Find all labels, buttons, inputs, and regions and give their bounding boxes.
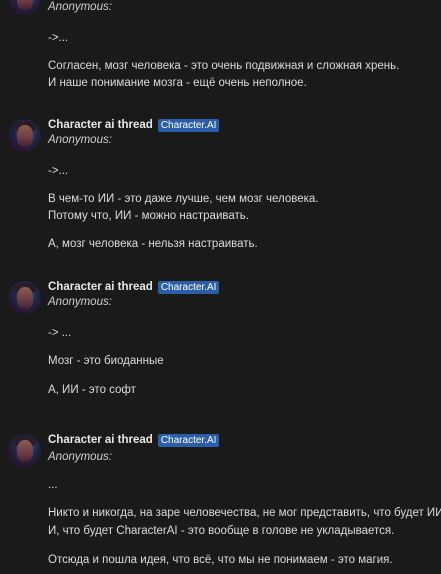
quote-label: Anonymous: bbox=[48, 296, 112, 308]
avatar[interactable] bbox=[8, 281, 41, 314]
message-line: -> ... bbox=[48, 327, 72, 339]
message-line: И наше понимание мозга - ещё очень непол… bbox=[48, 77, 307, 89]
avatar-face bbox=[17, 287, 33, 309]
message-line: ->... bbox=[48, 32, 69, 44]
community-badge[interactable]: Character.AI bbox=[157, 433, 220, 447]
quote-label: Anonymous: bbox=[48, 1, 112, 13]
post-header: Character ai thread Character.AI bbox=[48, 117, 220, 133]
author-name[interactable]: Character ai thread bbox=[48, 119, 153, 131]
message-line: ... bbox=[48, 479, 58, 491]
message-line: А, мозг человека - нельзя настраивать. bbox=[48, 238, 258, 250]
community-badge[interactable]: Character.AI bbox=[157, 280, 220, 294]
message-line: Никто и никогда, на заре человечества, н… bbox=[48, 507, 441, 519]
message-line: Мозг - это биоданные bbox=[48, 355, 164, 367]
message-line: И, что будет CharacterAI - это вообще в … bbox=[48, 525, 395, 537]
message-line: Согласен, мозг человека - это очень подв… bbox=[48, 60, 400, 72]
post-header: Character ai thread Character.AI bbox=[48, 432, 220, 448]
avatar[interactable] bbox=[8, 0, 41, 15]
avatar[interactable] bbox=[8, 434, 41, 467]
community-badge[interactable]: Character.AI bbox=[157, 118, 220, 132]
quote-label: Anonymous: bbox=[48, 451, 112, 463]
message-line: В чем-то ИИ - это даже лучше, чем мозг ч… bbox=[48, 193, 319, 205]
avatar-face bbox=[17, 0, 33, 10]
message-line: А, ИИ - это софт bbox=[48, 384, 136, 396]
message-line: ->... bbox=[48, 165, 69, 177]
avatar-face bbox=[17, 125, 33, 147]
message-line: Отсюда и пошла идея, что всё, что мы не … bbox=[48, 554, 393, 566]
avatar[interactable] bbox=[8, 119, 41, 152]
author-name[interactable]: Character ai thread bbox=[48, 434, 153, 446]
avatar-face bbox=[17, 440, 33, 462]
author-name[interactable]: Character ai thread bbox=[48, 281, 153, 293]
message-line: Потому что, ИИ - можно настраивать. bbox=[48, 210, 249, 222]
post-header: Character ai thread Character.AI bbox=[48, 279, 220, 295]
quote-label: Anonymous: bbox=[48, 134, 112, 146]
